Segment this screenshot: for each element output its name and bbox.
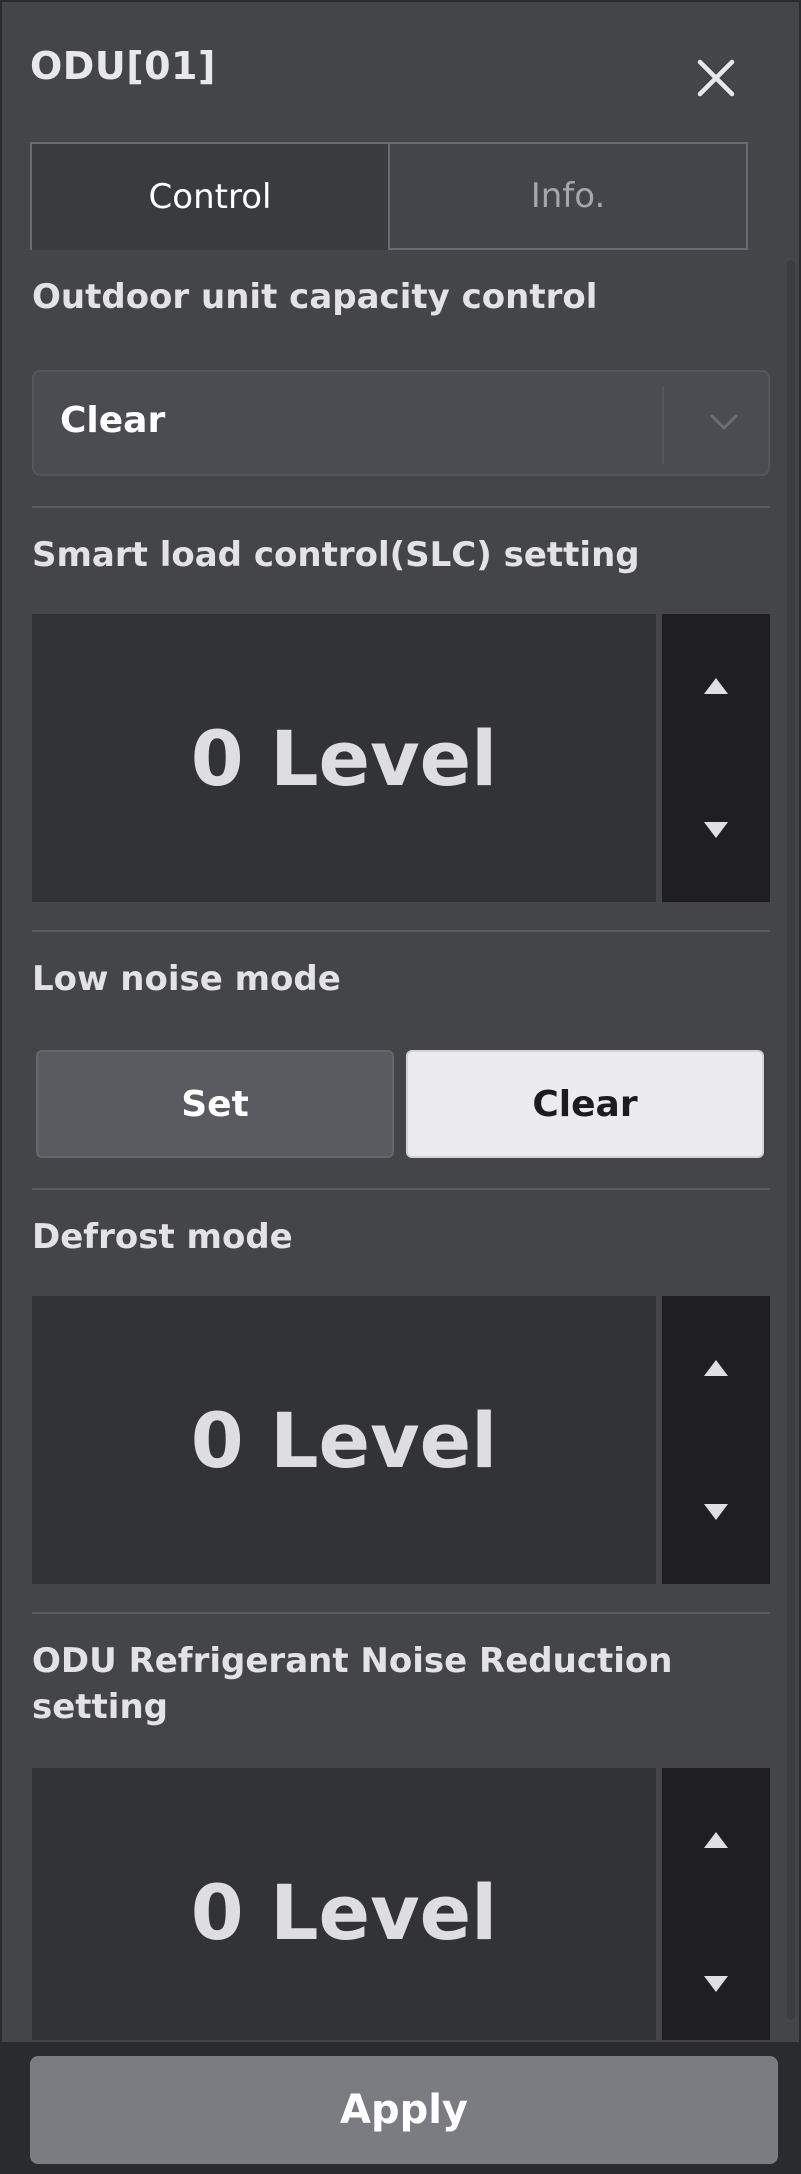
refrigerant-noise-decrease-button[interactable] [662,1912,770,2040]
defrost-stepper: 0 Level [32,1296,770,1584]
apply-button[interactable]: Apply [30,2056,778,2164]
section-divider [32,1612,770,1614]
low-noise-set-button[interactable]: Set [36,1050,394,1158]
refrigerant-noise-stepper: 0 Level [32,1768,770,2040]
vertical-scrollbar[interactable] [787,260,795,2020]
triangle-down-icon [704,1976,728,1992]
close-button[interactable] [690,52,742,104]
odu-control-panel: ODU[01] Control Info. Outdoor unit capac… [0,0,801,2174]
capacity-control-dropdown[interactable]: Clear [32,370,770,476]
tab-bar: Control Info. [30,142,748,250]
capacity-control-selected: Clear [60,400,166,441]
defrost-mode-label: Defrost mode [32,1217,293,1257]
slc-level-value: 0 Level [190,713,498,803]
defrost-increase-button[interactable] [662,1296,770,1440]
low-noise-clear-button[interactable]: Clear [406,1050,764,1158]
slc-decrease-button[interactable] [662,758,770,902]
refrigerant-noise-value-display: 0 Level [32,1768,656,2040]
defrost-stepper-controls [662,1296,770,1584]
refrigerant-noise-label-line2: setting [32,1687,168,1727]
tab-control[interactable]: Control [30,142,390,250]
slc-stepper-controls [662,614,770,902]
refrigerant-noise-label-line1: ODU Refrigerant Noise Reduction [32,1641,673,1681]
capacity-control-label: Outdoor unit capacity control [32,277,598,317]
tab-info[interactable]: Info. [390,142,748,250]
triangle-down-icon [704,822,728,838]
dropdown-divider [662,386,664,464]
slc-setting-label: Smart load control(SLC) setting [32,535,640,575]
slc-value-display: 0 Level [32,614,656,902]
slc-increase-button[interactable] [662,614,770,758]
low-noise-label: Low noise mode [32,959,341,999]
settings-scroll-area[interactable]: Outdoor unit capacity control Clear Smar… [2,250,799,2040]
close-icon [697,59,735,97]
defrost-level-value: 0 Level [190,1395,498,1485]
panel-title: ODU[01] [30,44,216,88]
section-divider [32,930,770,932]
refrigerant-noise-stepper-controls [662,1768,770,2040]
chevron-down-icon [710,414,738,430]
section-divider [32,1188,770,1190]
slc-stepper: 0 Level [32,614,770,902]
triangle-up-icon [704,678,728,694]
defrost-value-display: 0 Level [32,1296,656,1584]
triangle-up-icon [704,1832,728,1848]
footer-bar: Apply [2,2042,799,2172]
refrigerant-noise-level-value: 0 Level [190,1867,498,1957]
triangle-down-icon [704,1504,728,1520]
section-divider [32,506,770,508]
defrost-decrease-button[interactable] [662,1440,770,1584]
low-noise-toggle-group: Set Clear [36,1050,764,1158]
title-bar: ODU[01] [2,2,799,142]
triangle-up-icon [704,1360,728,1376]
refrigerant-noise-increase-button[interactable] [662,1768,770,1912]
